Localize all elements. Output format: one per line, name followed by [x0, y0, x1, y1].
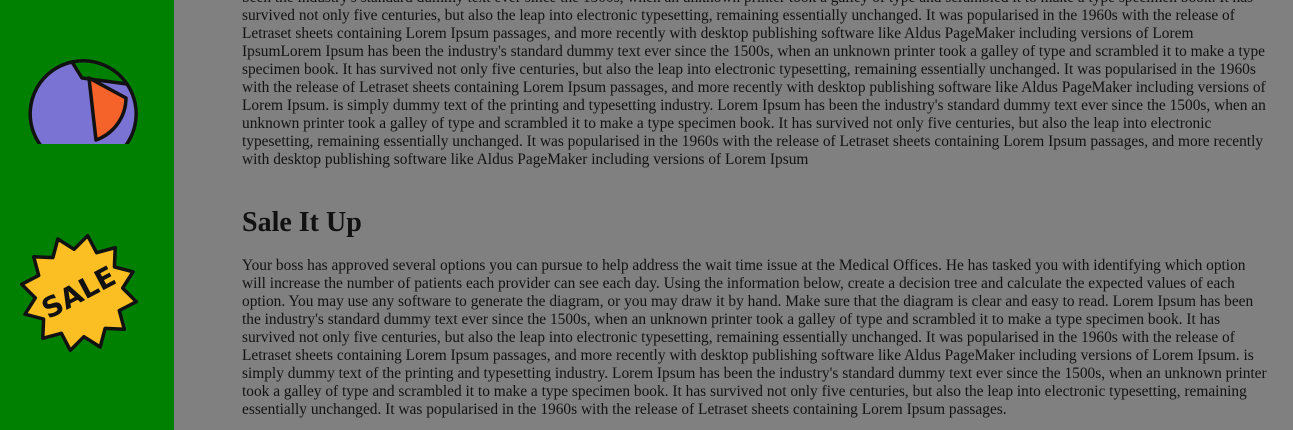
section-paragraph: Your boss has approved several options y…: [242, 257, 1267, 418]
pie-chart-icon[interactable]: [16, 18, 142, 144]
sidebar: SALE: [0, 0, 174, 430]
main-content: been the industry's standard dummy text …: [242, 0, 1272, 419]
sale-badge-icon[interactable]: SALE: [16, 230, 142, 356]
intro-paragraph: been the industry's standard dummy text …: [242, 0, 1266, 168]
section-heading: Sale It Up: [242, 207, 362, 238]
